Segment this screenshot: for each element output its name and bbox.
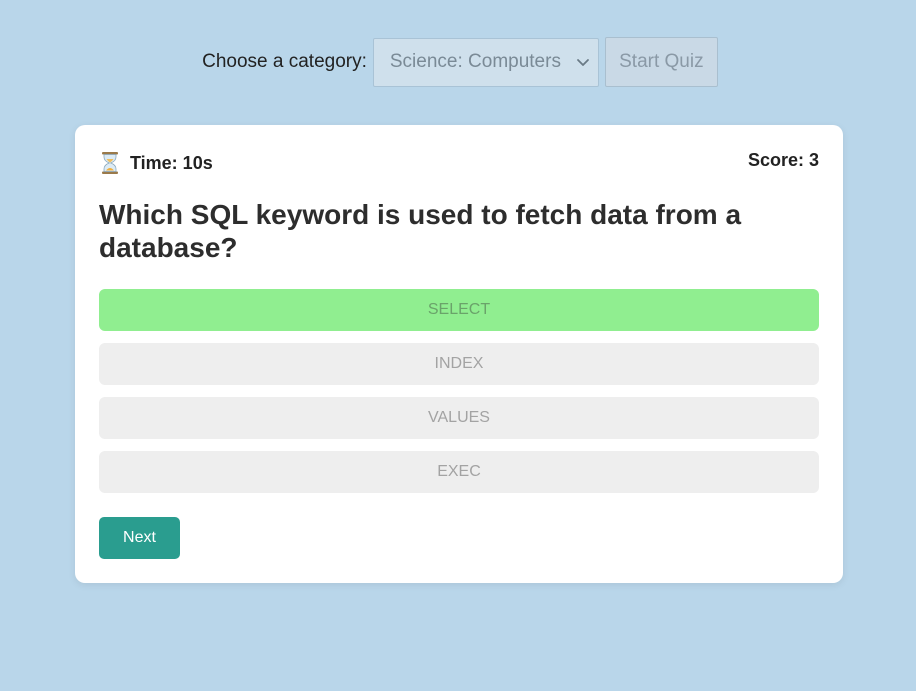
next-button[interactable]: Next	[99, 517, 180, 559]
category-select[interactable]: Science: Computers	[372, 37, 599, 87]
answer-option[interactable]: EXEC	[99, 451, 819, 493]
score-text: Score: 3	[747, 150, 819, 170]
answer-list: SELECT INDEX VALUES EXEC	[99, 289, 819, 505]
category-selected-value: Science: Computers	[389, 51, 561, 72]
category-label: Choose a category:	[202, 51, 367, 72]
timer-text: Time: 10s	[130, 152, 213, 173]
hourglass-icon	[102, 152, 118, 174]
answer-option[interactable]: SELECT	[99, 289, 819, 331]
question-text: Which SQL keyword is used to fetch data …	[99, 199, 742, 263]
chevron-down-icon	[576, 58, 589, 66]
timer: Time: 10s	[101, 152, 213, 174]
category-bar: Choose a category: Science: Computers St…	[0, 37, 916, 87]
answer-option[interactable]: INDEX	[99, 343, 819, 385]
quiz-card: Time: 10s Score: 3 Which SQL keyword is …	[75, 125, 843, 583]
start-quiz-button[interactable]: Start Quiz	[604, 37, 718, 87]
answer-option[interactable]: VALUES	[99, 397, 819, 439]
